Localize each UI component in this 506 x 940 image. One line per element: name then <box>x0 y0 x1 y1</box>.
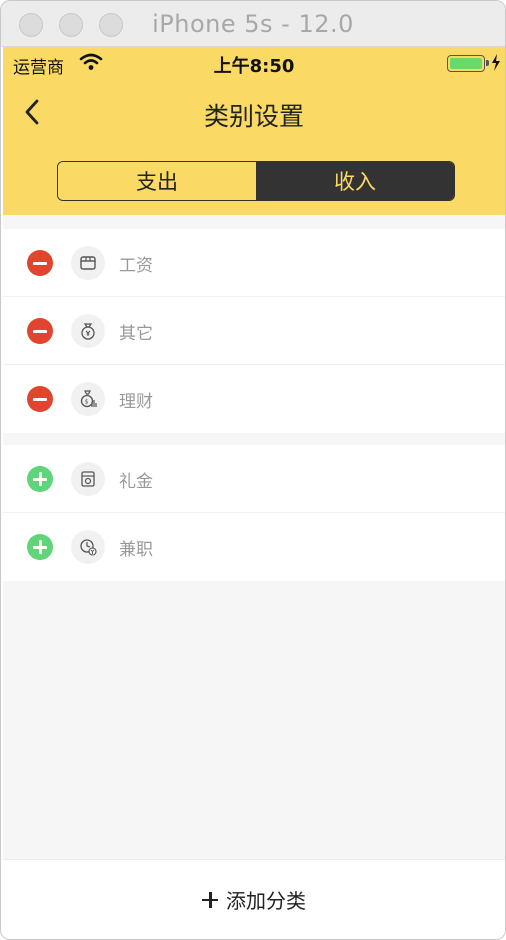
add-category-label: 添加分类 <box>226 889 306 913</box>
plus-icon <box>202 891 218 908</box>
wallet-icon <box>71 246 105 280</box>
money-bag-icon <box>71 314 105 348</box>
list-item: $ 理财 <box>3 365 505 433</box>
phone-screen: 运营商 上午8:50 类别设置 支出 收入 工资 其它 $ 理财 礼金 兼职 添… <box>3 47 505 939</box>
clock-yen-icon <box>71 530 105 564</box>
charging-bolt-icon <box>492 54 500 71</box>
list-item: 其它 <box>3 297 505 365</box>
header: 运营商 上午8:50 类别设置 支出 收入 <box>3 47 505 215</box>
status-time: 上午8:50 <box>213 56 295 77</box>
remove-category-button[interactable] <box>27 250 53 276</box>
category-label: 其它 <box>119 324 153 344</box>
add-category-footer-button[interactable]: 添加分类 <box>3 859 505 939</box>
window-titlebar: iPhone 5s - 12.0 <box>1 1 505 47</box>
simulator-window: iPhone 5s - 12.0 运营商 上午8:50 类别设置 支出 收入 工… <box>0 0 506 940</box>
svg-text:$: $ <box>85 399 89 406</box>
active-category-list: 工资 其它 $ 理财 <box>3 229 505 433</box>
category-label: 工资 <box>119 256 153 276</box>
category-label: 兼职 <box>119 540 153 560</box>
window-title: iPhone 5s - 12.0 <box>152 10 354 38</box>
battery-icon <box>447 55 489 72</box>
category-label: 礼金 <box>119 472 153 492</box>
page-title: 类别设置 <box>203 102 304 131</box>
gift-money-icon <box>71 462 105 496</box>
type-segmented-control: 支出 收入 <box>57 161 455 201</box>
category-label: 理财 <box>119 392 153 412</box>
list-item: 礼金 <box>3 445 505 513</box>
remove-category-button[interactable] <box>27 386 53 412</box>
available-category-list: 礼金 兼职 <box>3 445 505 581</box>
add-category-button[interactable] <box>27 466 53 492</box>
status-bar: 运营商 上午8:50 <box>3 47 505 81</box>
add-category-button[interactable] <box>27 534 53 560</box>
nav-bar: 类别设置 <box>3 81 505 145</box>
list-item: 兼职 <box>3 513 505 581</box>
investment-icon: $ <box>71 382 105 416</box>
list-item: 工资 <box>3 229 505 297</box>
segment-income[interactable]: 收入 <box>256 162 454 200</box>
remove-category-button[interactable] <box>27 318 53 344</box>
segment-expense[interactable]: 支出 <box>58 162 256 200</box>
